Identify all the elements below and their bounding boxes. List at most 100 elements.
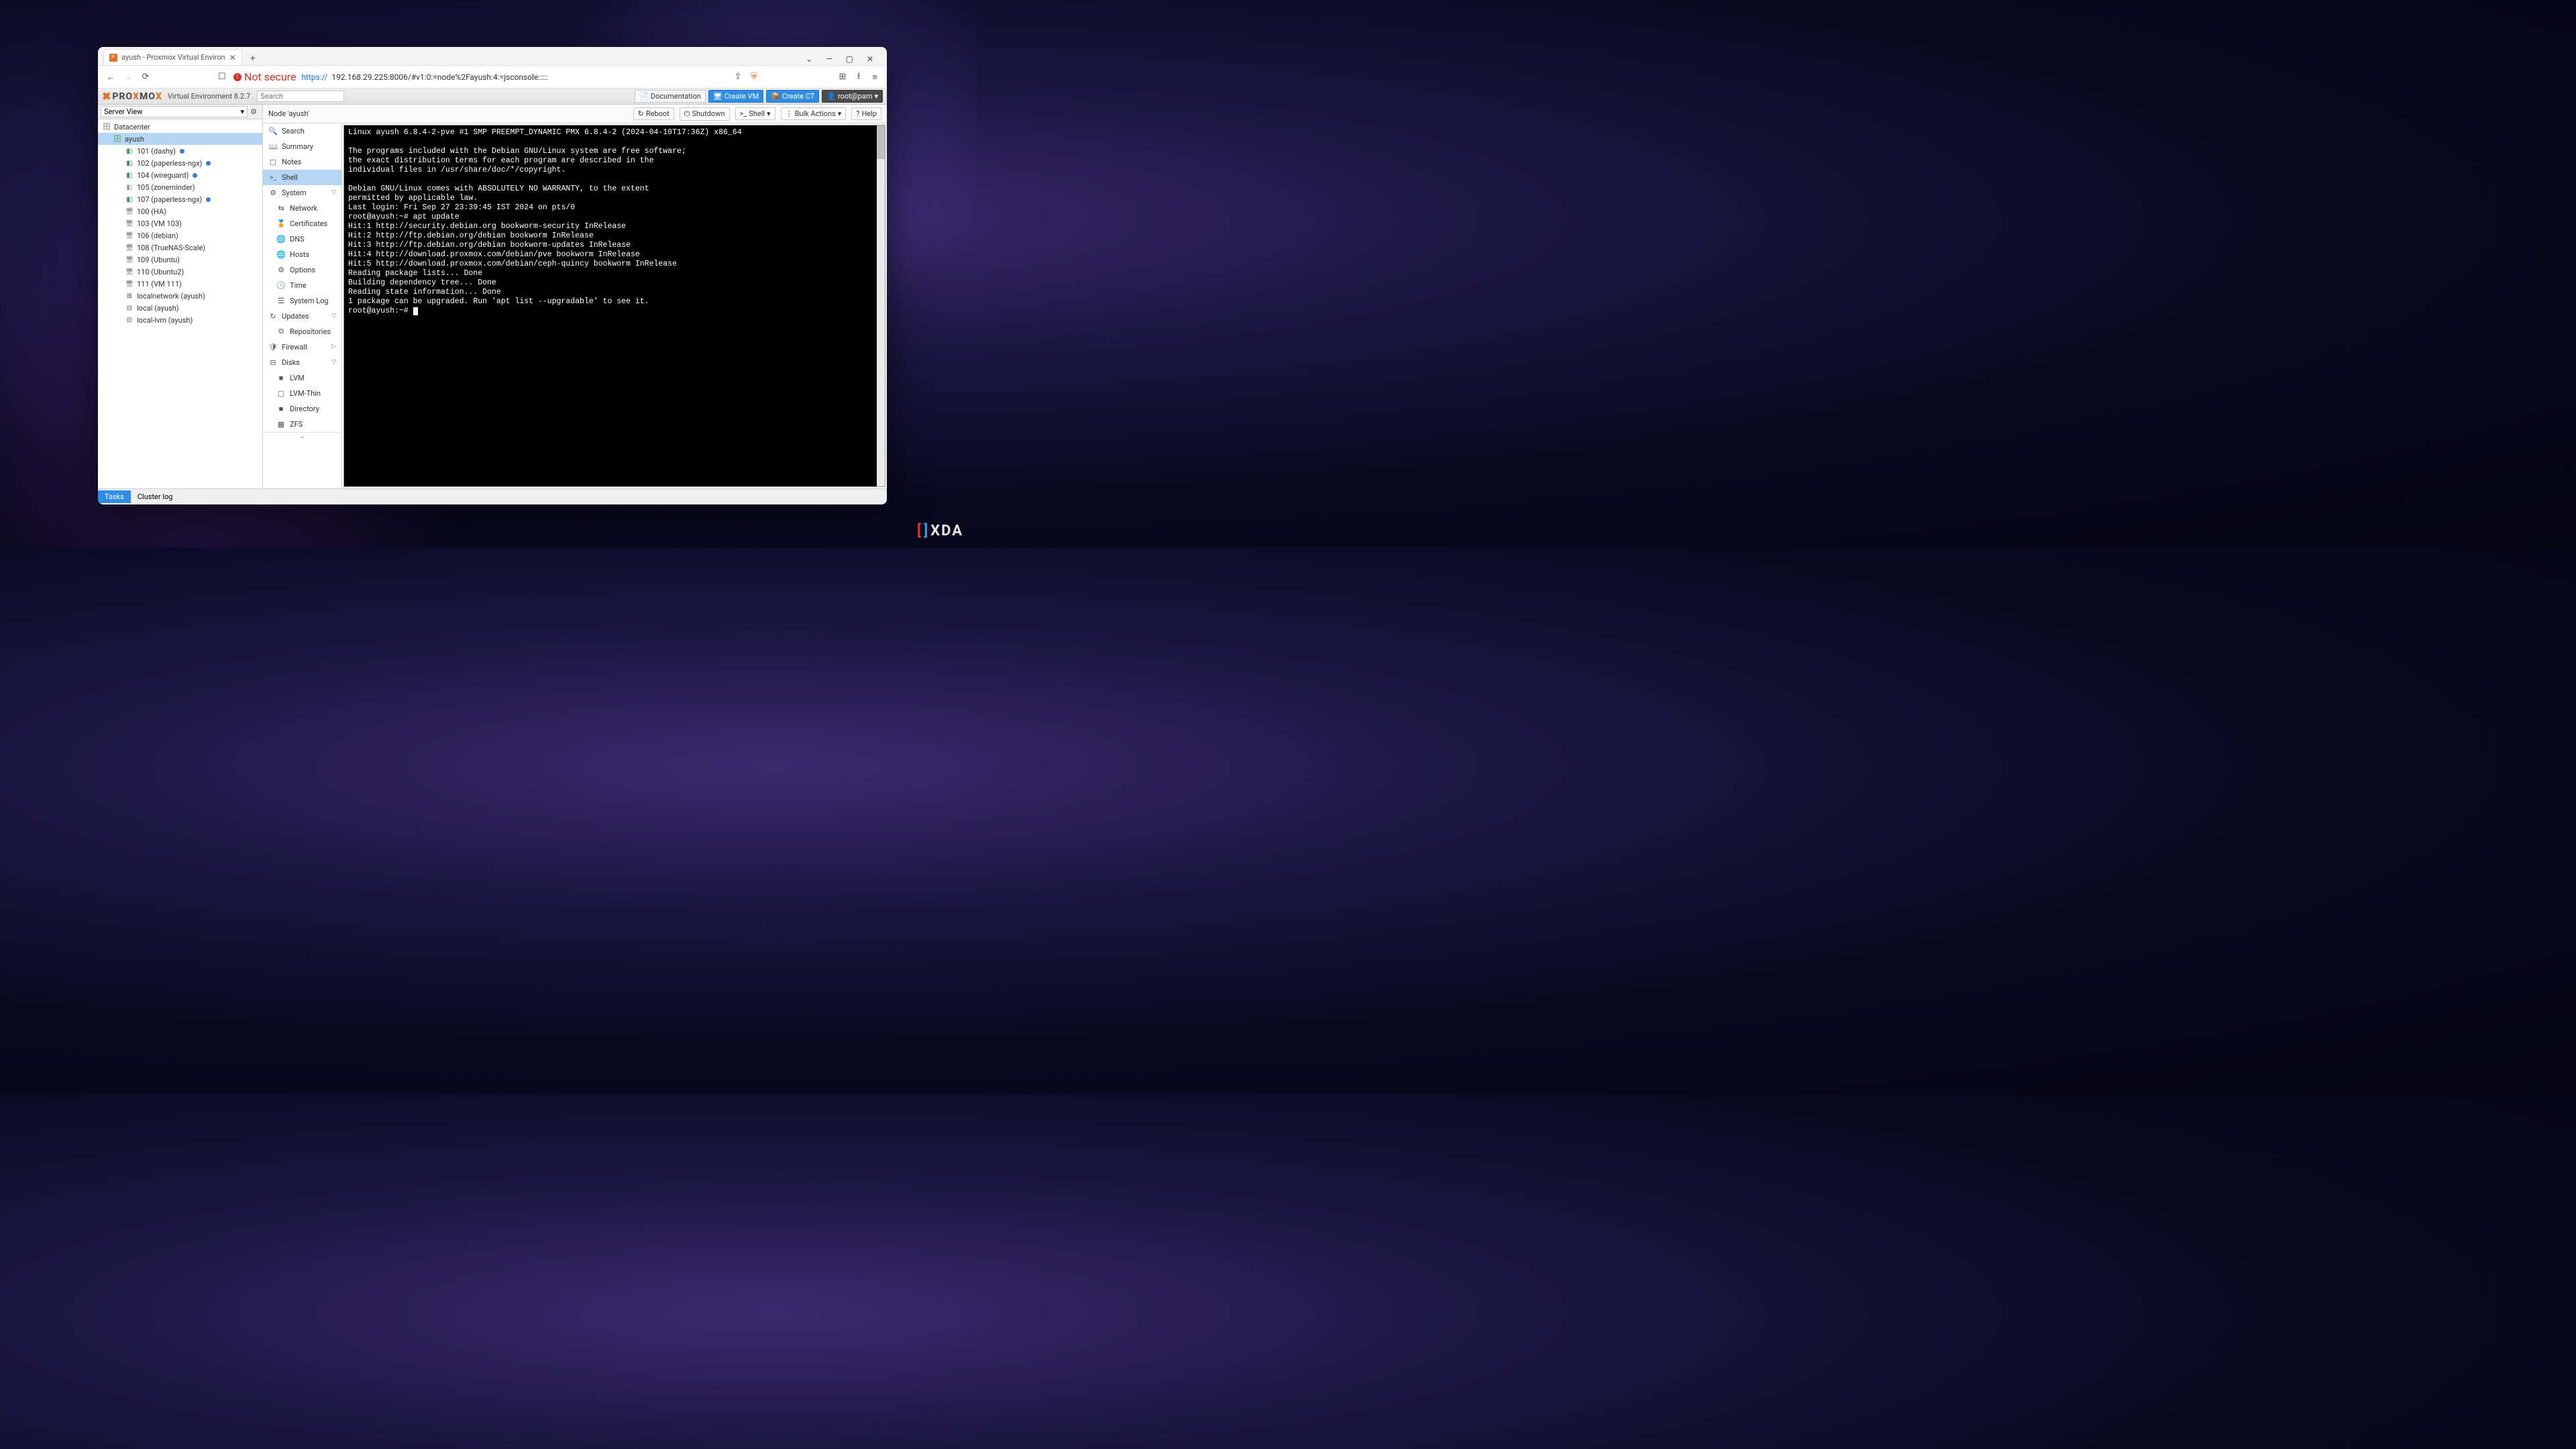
menu-system[interactable]: ⚙System▽ [263, 185, 341, 201]
menu-lvm[interactable]: ■LVM [263, 370, 341, 386]
note-icon: ▢ [268, 158, 278, 166]
share-icon[interactable]: ⇪ [733, 72, 743, 83]
tree-label: 100 (HA) [137, 207, 166, 216]
menu-lvm-thin[interactable]: ▢LVM-Thin [263, 386, 341, 401]
main-panel: Node 'ayush' ↻ Reboot ⏻ Shutdown >_ Shel… [263, 105, 887, 488]
watermark: [] XDA [917, 523, 963, 539]
menu-shell[interactable]: >_Shell [263, 170, 341, 185]
terminal-output[interactable]: Linux ayush 6.8.4-2-pve #1 SMP PREEMPT_D… [344, 125, 877, 486]
forward-button[interactable]: → [122, 71, 134, 83]
tree-item[interactable]: ⊟local-lvm (ayush) [98, 314, 262, 326]
shell-button[interactable]: >_ Shell ▾ [735, 107, 775, 120]
tree-item[interactable]: 🖥108 (TrueNAS-Scale) [98, 241, 262, 254]
reload-button[interactable]: ⟳ [140, 71, 152, 83]
tree-label: Datacenter [114, 123, 150, 131]
guest-icon: 🖥 [125, 220, 134, 227]
terminal-scrollbar[interactable] [877, 125, 885, 486]
download-icon[interactable]: ⭳ [853, 72, 864, 83]
tree-item[interactable]: 🗄Datacenter [98, 121, 262, 133]
menu-syslog[interactable]: ☰System Log [263, 293, 341, 309]
menu-scroll-down[interactable]: ⌄ [263, 432, 341, 441]
tree-item[interactable]: 🖥106 (debian) [98, 229, 262, 241]
back-button[interactable]: ← [105, 71, 117, 83]
guest-icon: 🖥 [125, 208, 134, 215]
menu-hosts[interactable]: 🌐Hosts [263, 247, 341, 262]
expand-icon: ▽ [331, 189, 336, 196]
global-search-input[interactable] [257, 91, 344, 102]
scrollbar-thumb[interactable] [877, 125, 885, 159]
tree-item[interactable]: ◧101 (dashy) [98, 145, 262, 157]
menu-icon[interactable]: ≡ [869, 72, 880, 83]
browser-tab[interactable]: ayush - Proxmox Virtual Environ ✕ [103, 49, 242, 65]
menu-zfs[interactable]: ▦ZFS [263, 417, 341, 432]
close-icon[interactable]: ✕ [864, 53, 876, 65]
menu-repositories[interactable]: ⧉Repositories [263, 324, 341, 339]
menu-dns[interactable]: 🌐DNS [263, 231, 341, 247]
pve-topbar: ✖ PROXMOX Virtual Environment 8.2.7 📄 Do… [98, 89, 887, 105]
menu-network[interactable]: ⇆Network [263, 201, 341, 216]
tree-item[interactable]: 🖥103 (VM 103) [98, 217, 262, 229]
tree-item[interactable]: ⊞localnetwork (ayush) [98, 290, 262, 302]
view-selector-bar: Server View ▾ ⚙ [98, 105, 262, 119]
tree-item[interactable]: ◧102 (paperless-ngx) [98, 157, 262, 169]
tab-close-icon[interactable]: ✕ [229, 53, 236, 62]
menu-directory[interactable]: ■Directory [263, 401, 341, 417]
terminal-panel: Linux ayush 6.8.4-2-pve #1 SMP PREEMPT_D… [343, 125, 885, 487]
search-icon: 🔍 [268, 127, 278, 136]
extensions-icon[interactable]: ⊞ [837, 72, 848, 83]
resource-tree: 🗄Datacenter🗄ayush◧101 (dashy)◧102 (paper… [98, 119, 262, 488]
tree-item[interactable]: 🖥111 (VM 111) [98, 278, 262, 290]
create-vm-button[interactable]: 🖥 Create VM [708, 90, 763, 103]
shutdown-button[interactable]: ⏻ Shutdown [680, 107, 730, 121]
shield-icon[interactable]: ⛨ [749, 72, 759, 83]
reboot-button[interactable]: ↻ Reboot [633, 107, 674, 120]
menu-search[interactable]: 🔍Search [263, 123, 341, 139]
tree-item[interactable]: ◧104 (wireguard) [98, 169, 262, 181]
menu-certificates[interactable]: 🏅Certificates [263, 216, 341, 231]
tree-label: local (ayush) [137, 304, 179, 313]
status-dot-icon [193, 173, 197, 178]
chevron-down-icon[interactable]: ⌄ [803, 53, 815, 65]
guest-icon: 🖥 [125, 256, 134, 264]
new-tab-button[interactable]: + [246, 52, 260, 65]
tree-item[interactable]: ◧105 (zoneminder) [98, 181, 262, 193]
cluster-log-tab[interactable]: Cluster log [131, 490, 180, 503]
menu-notes[interactable]: ▢Notes [263, 154, 341, 170]
view-selector[interactable]: Server View ▾ [101, 106, 248, 117]
menu-time[interactable]: 🕒Time [263, 278, 341, 293]
bookmark-icon[interactable]: ☐ [216, 71, 228, 83]
gear-icon[interactable]: ⚙ [248, 107, 260, 116]
minimize-icon[interactable]: — [823, 53, 835, 65]
guest-icon: ◧ [125, 184, 134, 191]
bulk-actions-button[interactable]: ⋮ Bulk Actions ▾ [781, 107, 847, 120]
window-controls: ⌄ — ▢ ✕ [798, 53, 881, 65]
tasks-tab[interactable]: Tasks [98, 490, 131, 503]
log-tabs: Tasks Cluster log [98, 488, 887, 504]
url-field[interactable]: https://192.168.29.225:8006/#v1:0:=node%… [301, 72, 727, 82]
menu-updates[interactable]: ↻Updates▽ [263, 309, 341, 324]
tree-item[interactable]: 🖥110 (Ubuntu2) [98, 266, 262, 278]
address-bar: ← → ⟳ ☐ ! Not secure https://192.168.29.… [98, 66, 887, 89]
tree-item[interactable]: ⊟local (ayush) [98, 302, 262, 314]
tree-item[interactable]: 🗄ayush [98, 133, 262, 145]
alert-icon: ! [233, 73, 241, 81]
security-label: Not secure [244, 70, 296, 83]
menu-summary[interactable]: 📖Summary [263, 139, 341, 154]
proxmox-logo[interactable]: ✖ PROXMOX [102, 90, 162, 103]
product-version: Virtual Environment 8.2.7 [168, 92, 250, 101]
menu-firewall[interactable]: 🛡Firewall▷ [263, 339, 341, 355]
security-status[interactable]: ! Not secure [233, 70, 296, 83]
menu-disks[interactable]: ⊟Disks▽ [263, 355, 341, 370]
create-ct-button[interactable]: 📦 Create CT [766, 90, 819, 103]
menu-options[interactable]: ⚙Options [263, 262, 341, 278]
network-icon: ⇆ [276, 204, 286, 213]
user-menu[interactable]: 👤 root@pam ▾ [822, 90, 883, 103]
tree-item[interactable]: 🖥100 (HA) [98, 205, 262, 217]
tree-label: 105 (zoneminder) [137, 183, 195, 192]
list-icon: ☰ [276, 297, 286, 305]
tree-item[interactable]: 🖥109 (Ubuntu) [98, 254, 262, 266]
tree-item[interactable]: ◧107 (paperless-ngx) [98, 193, 262, 205]
help-button[interactable]: ? Help [851, 107, 881, 120]
documentation-button[interactable]: 📄 Documentation [635, 90, 706, 103]
maximize-icon[interactable]: ▢ [843, 53, 856, 65]
